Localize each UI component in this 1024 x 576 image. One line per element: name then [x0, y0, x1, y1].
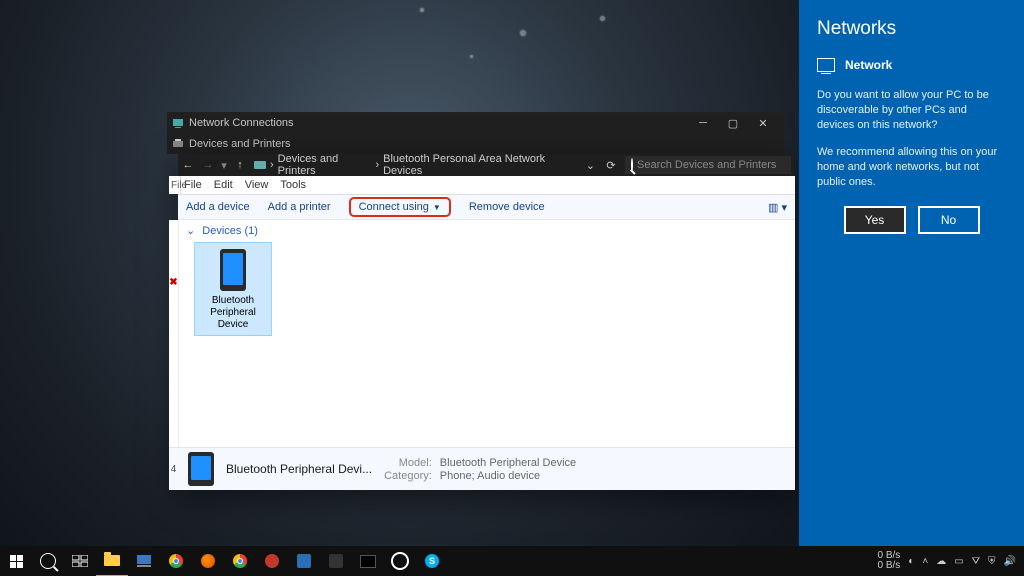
address-bar: ← → ▾ ↑ › Devices and Printers › Bluetoo… [178, 154, 795, 176]
background-window-network-connections[interactable]: Network Connections ─ ▢ ✕ [167, 112, 784, 134]
error-icon: ✖ [169, 278, 178, 287]
tray-cloud-icon[interactable]: ☁ [936, 556, 946, 567]
taskbar-chrome[interactable] [160, 546, 192, 576]
start-button[interactable] [0, 546, 32, 576]
bubble-decor [420, 8, 424, 12]
menu-bar: File File Edit View Tools [178, 176, 795, 195]
network-icon [173, 118, 183, 128]
flyout-question: Do you want to allow your PC to be disco… [817, 88, 1006, 133]
bubble-decor [470, 55, 473, 58]
system-tray[interactable]: 0 B/s 0 B/s ◐ ˄ ☁ ▭ ⛛ ⛨ 🔊 [870, 551, 1024, 571]
details-category-value: Phone; Audio device [440, 470, 576, 482]
yes-button[interactable]: Yes [844, 206, 906, 234]
breadcrumb-sep: › [375, 159, 379, 171]
search-input[interactable]: Search Devices and Printers [625, 156, 791, 174]
breadcrumb-item[interactable]: Devices and Printers [278, 153, 372, 177]
bubble-decor [520, 30, 526, 36]
tray-shield-icon[interactable]: ⛨ [988, 556, 996, 567]
details-category-key: Category: [384, 470, 432, 482]
tray-chevron-up-icon[interactable]: ˄ [922, 556, 928, 567]
chevron-down-icon: ⌄ [186, 224, 195, 237]
network-label: Network [845, 58, 892, 72]
flyout-heading: Networks [817, 18, 1006, 40]
breadcrumb-sep: › [270, 159, 274, 171]
breadcrumb[interactable]: › Devices and Printers › Bluetooth Perso… [250, 153, 601, 177]
devices-icon [254, 159, 266, 171]
details-title: Bluetooth Peripheral Devi... [226, 462, 372, 476]
breadcrumb-item[interactable]: Bluetooth Personal Area Network Devices [383, 153, 572, 177]
taskbar-chrome-2[interactable] [224, 546, 256, 576]
bg-window-title: Network Connections [189, 117, 294, 129]
taskbar-app-blue[interactable] [288, 546, 320, 576]
network-icon [817, 58, 835, 72]
close-icon[interactable]: ✕ [748, 117, 778, 130]
refresh-button[interactable]: ⟳ [601, 154, 621, 176]
content-pane[interactable]: ✖ ⌄ Devices (1) Bluetooth Peripheral Dev… [178, 220, 795, 447]
item-count: 4 [169, 447, 178, 490]
background-window-devices-printers[interactable]: Devices and Printers [167, 134, 784, 154]
explorer-window: ← → ▾ ↑ › Devices and Printers › Bluetoo… [178, 154, 795, 490]
no-button[interactable]: No [918, 206, 980, 234]
taskbar-app-red[interactable] [256, 546, 288, 576]
taskbar-file-explorer[interactable] [96, 545, 128, 576]
connect-using-button[interactable]: Connect using ▼ [349, 197, 451, 217]
taskbar-settings[interactable] [384, 546, 416, 576]
forward-button[interactable]: → [198, 154, 218, 176]
device-tile-bluetooth[interactable]: Bluetooth Peripheral Device [194, 242, 272, 336]
taskbar-app[interactable] [320, 546, 352, 576]
net-speed-indicator: 0 B/s 0 B/s [878, 551, 901, 571]
group-header-devices[interactable]: ⌄ Devices (1) [186, 224, 258, 237]
back-button[interactable]: ← [178, 154, 198, 176]
chevron-down-icon: ▼ [433, 203, 441, 212]
group-label: Devices (1) [202, 225, 258, 237]
tray-wifi-icon[interactable]: ⛛ [972, 556, 980, 567]
details-model-value: Bluetooth Peripheral Device [440, 457, 576, 469]
phone-icon [188, 452, 214, 486]
search-placeholder: Search Devices and Printers [637, 159, 776, 171]
breadcrumb-dropdown-icon[interactable]: ⌄ [580, 159, 601, 172]
remove-device-button[interactable]: Remove device [469, 201, 545, 213]
taskbar: S 0 B/s 0 B/s ◐ ˄ ☁ ▭ ⛛ ⛨ 🔊 [0, 546, 1024, 576]
bg-window-title: Devices and Printers [189, 138, 291, 150]
taskbar-app[interactable] [128, 546, 160, 576]
taskbar-terminal[interactable] [352, 546, 384, 576]
search-icon [631, 159, 633, 171]
view-options-icon[interactable]: ▥ ▾ [768, 201, 787, 214]
menu-tools[interactable]: Tools [280, 179, 306, 191]
task-view-button[interactable] [64, 546, 96, 576]
details-model-key: Model: [384, 457, 432, 469]
command-bar: Add a device Add a printer Connect using… [178, 195, 795, 220]
tray-volume-icon[interactable]: 🔊 [1004, 556, 1016, 567]
maximize-icon[interactable]: ▢ [718, 117, 748, 130]
network-entry[interactable]: Network [817, 58, 1006, 72]
taskbar-firefox[interactable] [192, 546, 224, 576]
tray-battery-icon[interactable]: ▭ [954, 556, 963, 567]
flyout-recommendation: We recommend allowing this on your home … [817, 145, 1006, 190]
networks-flyout: Networks Network Do you want to allow yo… [799, 0, 1024, 576]
search-button[interactable] [32, 546, 64, 576]
taskbar-skype[interactable]: S [416, 546, 448, 576]
add-printer-button[interactable]: Add a printer [268, 201, 331, 213]
bubble-decor [600, 16, 605, 21]
details-pane: 4 Bluetooth Peripheral Devi... Model: Bl… [178, 447, 795, 490]
nav-pane-sliver: ✖ [169, 220, 179, 447]
menu-slice-file[interactable]: File [169, 176, 181, 194]
printer-icon [173, 139, 183, 149]
menu-view[interactable]: View [245, 179, 269, 191]
add-device-button[interactable]: Add a device [186, 201, 250, 213]
desktop-wallpaper: Network Connections ─ ▢ ✕ Devices and Pr… [0, 0, 1024, 576]
tray-moon-icon[interactable]: ◐ [908, 556, 914, 567]
recent-dropdown[interactable]: ▾ [218, 154, 230, 176]
menu-edit[interactable]: Edit [214, 179, 233, 191]
minimize-icon[interactable]: ─ [688, 117, 718, 129]
device-tile-label: Bluetooth Peripheral Device [197, 295, 269, 331]
up-button[interactable]: ↑ [230, 154, 250, 176]
phone-icon [220, 249, 246, 291]
